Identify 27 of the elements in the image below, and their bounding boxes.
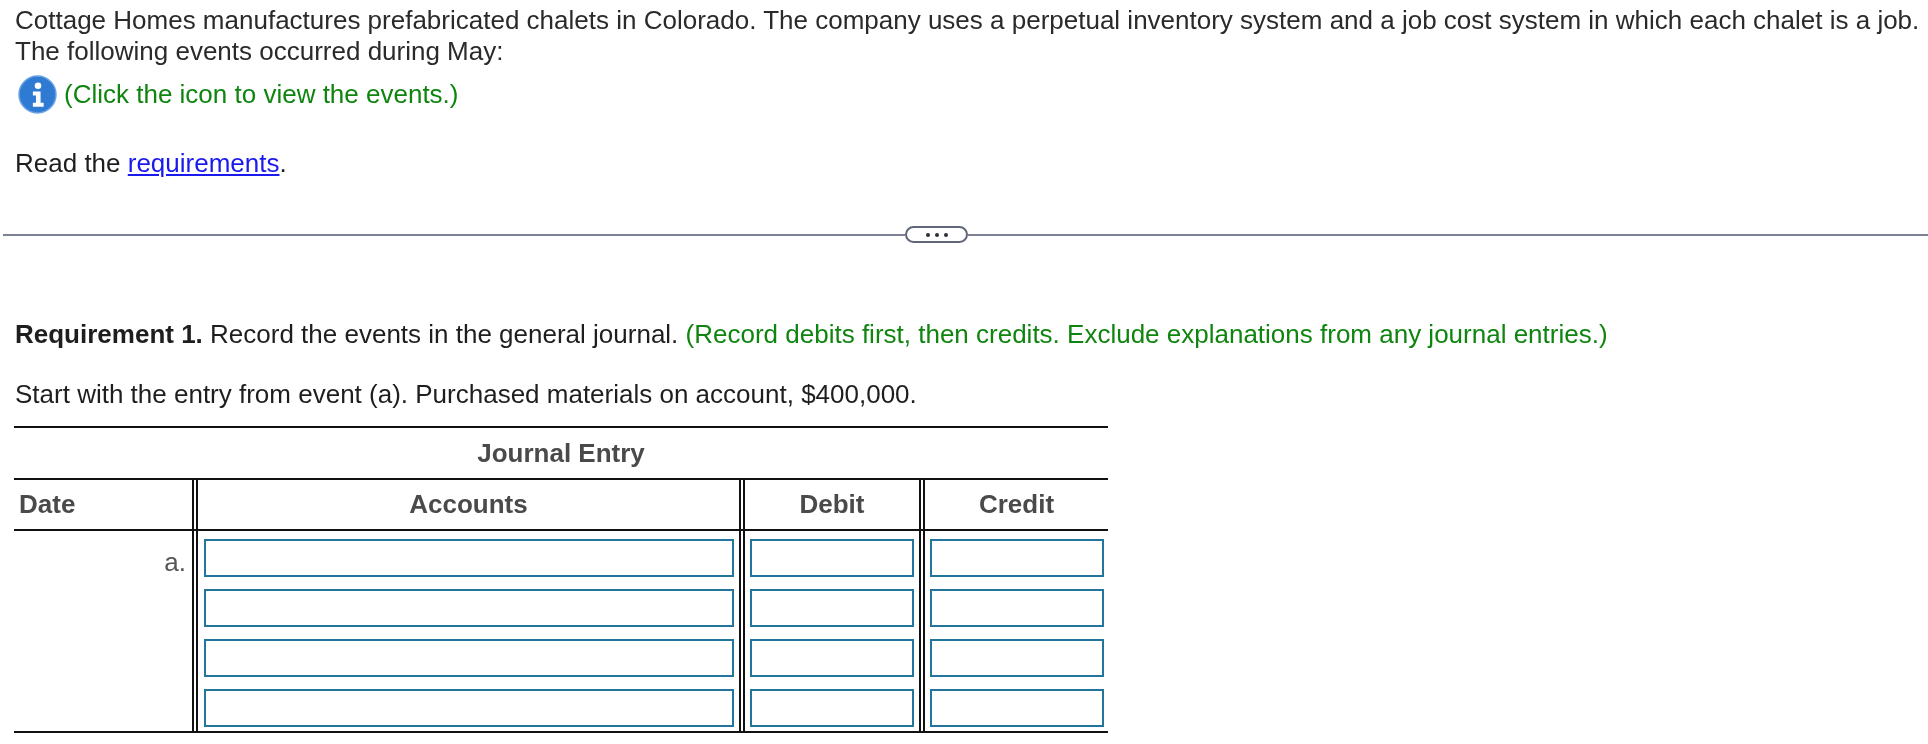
journal-title: Journal Entry [477, 437, 645, 469]
debit-field[interactable] [750, 539, 914, 577]
requirement-text: Requirement 1. Record the events in the general journal. (Record debits first, then credits. Exclude explanations from any journal entries.) [15, 319, 1609, 350]
info-icon[interactable] [18, 75, 57, 114]
account-field[interactable] [204, 539, 734, 577]
account-field[interactable] [204, 589, 734, 627]
events-hint-text: (Click the icon to view the events.) [64, 79, 459, 110]
credit-field[interactable] [930, 589, 1104, 627]
date-label: a. [164, 547, 186, 577]
requirements-link[interactable]: requirements [127, 148, 280, 178]
debit-field[interactable] [750, 639, 914, 677]
intro-paragraph: Cottage Homes manufactures prefabricated chalets in Colorado. The company uses a perpetual inventory system and a job cost system in which each chalet is a job. The following events occurred during May: [15, 5, 1921, 67]
column-header: Accounts [409, 489, 528, 520]
more-icon [925, 232, 948, 237]
account-field[interactable] [204, 689, 734, 727]
start-instruction: Start with the entry from event (a). Purchased materials on account, $400,000. [15, 379, 918, 410]
credit-field[interactable] [930, 539, 1104, 577]
account-field[interactable] [204, 639, 734, 677]
credit-field[interactable] [930, 639, 1104, 677]
column-header: Credit [978, 489, 1055, 520]
debit-field[interactable] [750, 589, 914, 627]
column-header: Date [19, 489, 76, 520]
column-header: Debit [799, 489, 865, 520]
debit-field[interactable] [750, 689, 914, 727]
expand-button[interactable] [905, 226, 968, 243]
requirements-sentence: Read the requirements. [15, 148, 288, 179]
credit-field[interactable] [930, 689, 1104, 727]
